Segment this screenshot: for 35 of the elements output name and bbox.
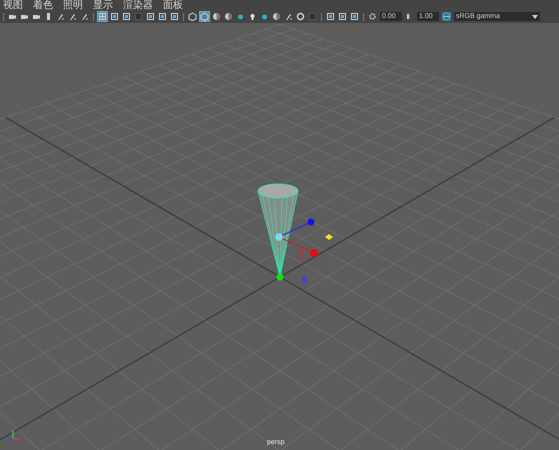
frame-icon[interactable] [350,12,359,21]
gamma-icon[interactable] [405,12,414,21]
menu-item[interactable]: 照明 [63,0,83,11]
camera-icon[interactable] [20,12,29,21]
frame-icon[interactable] [158,12,167,21]
frame-icon[interactable] [338,12,347,21]
move-manipulator-drawing [275,218,333,284]
camera-icon[interactable] [32,12,41,21]
brush-icon[interactable] [56,12,65,21]
camera-icon[interactable] [8,12,17,21]
sphere-icon[interactable] [212,12,221,21]
frame-icon[interactable] [122,12,131,21]
grid-icon[interactable] [98,12,107,21]
light-bulb-icon[interactable] [248,12,257,21]
color-management-icon[interactable] [442,12,451,21]
frame-icon[interactable] [326,12,335,21]
menu-item[interactable]: 视图 [3,0,23,11]
sphere-icon[interactable] [224,12,233,21]
frame-icon[interactable] [146,12,155,21]
ring-icon[interactable] [296,12,305,21]
menu-item[interactable]: 面板 [163,0,183,11]
axis-indicator-icon [7,428,23,442]
gear-icon[interactable] [368,12,377,21]
frame-icon[interactable] [170,12,179,21]
caret-icon [532,14,538,18]
dot-icon[interactable] [260,12,269,21]
brush-icon[interactable] [68,12,77,21]
frame-icon[interactable] [110,12,119,21]
sphere-icon[interactable] [272,12,281,21]
brush-icon[interactable] [80,12,89,21]
bar-icon[interactable] [44,12,53,21]
dot-icon[interactable] [236,12,245,21]
brush-icon[interactable] [284,12,293,21]
cube-icon[interactable] [188,12,197,21]
menu-item[interactable]: 显示 [93,0,113,11]
